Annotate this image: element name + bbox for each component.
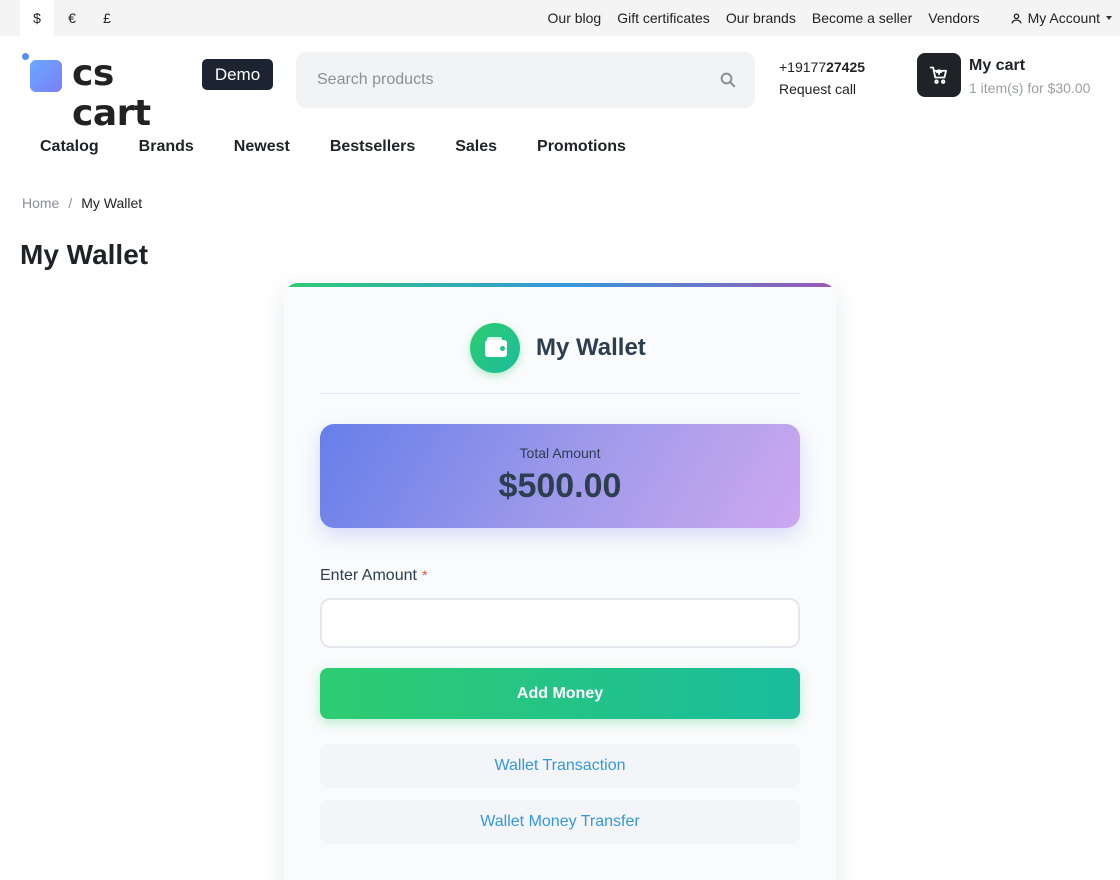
cart-summary[interactable]: My cart 1 item(s) for $30.00 <box>969 56 1090 98</box>
currency-eur[interactable]: € <box>55 0 89 36</box>
my-account-label: My Account <box>1027 10 1100 26</box>
wallet-icon <box>470 323 520 373</box>
search-icon[interactable] <box>719 71 737 89</box>
top-bar: $ € £ Our blog Gift certificates Our bra… <box>0 0 1120 36</box>
wallet-title: My Wallet <box>536 334 646 361</box>
logo-mark <box>30 60 62 92</box>
demo-badge: Demo <box>202 59 273 90</box>
amount-input[interactable] <box>320 598 800 648</box>
nav-brands[interactable]: Brands <box>139 136 194 158</box>
cart-icon <box>929 66 947 84</box>
breadcrumb-current: My Wallet <box>81 195 143 211</box>
breadcrumb-separator: / <box>68 195 73 211</box>
link-gift-certificates[interactable]: Gift certificates <box>617 10 710 26</box>
logo-text: cs cart <box>72 53 151 134</box>
wallet-icon-clasp <box>500 346 505 351</box>
site-logo[interactable]: cs cart <box>20 52 195 134</box>
search-input[interactable]: Search products <box>296 52 755 108</box>
logo-dot <box>22 53 29 60</box>
my-account-menu[interactable]: My Account <box>1010 10 1112 26</box>
link-our-brands[interactable]: Our brands <box>726 10 796 26</box>
cart-title: My cart <box>969 57 1026 74</box>
link-vendors[interactable]: Vendors <box>928 10 979 26</box>
required-mark: * <box>421 567 428 583</box>
page-title: My Wallet <box>20 239 149 270</box>
link-become-seller[interactable]: Become a seller <box>812 10 912 26</box>
search-placeholder: Search products <box>317 71 434 88</box>
request-call-link[interactable]: Request call <box>779 80 865 98</box>
nav-catalog[interactable]: Catalog <box>40 136 99 158</box>
nav-sales[interactable]: Sales <box>455 136 497 158</box>
add-money-button[interactable]: Add Money <box>320 668 800 719</box>
link-our-blog[interactable]: Our blog <box>548 10 602 26</box>
nav-newest[interactable]: Newest <box>234 136 290 158</box>
total-amount-label: Total Amount <box>519 445 601 461</box>
total-amount-value: $500.00 <box>498 467 622 505</box>
breadcrumb-home[interactable]: Home <box>22 194 59 212</box>
nav-bestsellers[interactable]: Bestsellers <box>330 136 415 158</box>
wallet-money-transfer-link[interactable]: Wallet Money Transfer <box>320 800 800 844</box>
balance-panel: Total Amount $500.00 <box>320 424 800 528</box>
phone-prefix: +19177 <box>779 59 827 75</box>
enter-amount-label: Enter Amount * <box>320 565 427 586</box>
wallet-header: My Wallet <box>470 323 646 373</box>
phone-block: +1917727425 Request call <box>779 58 865 98</box>
currency-usd[interactable]: $ <box>20 0 54 36</box>
phone-suffix: 27425 <box>826 59 866 75</box>
wallet-transaction-link[interactable]: Wallet Transaction <box>320 744 800 788</box>
top-links: Our blog Gift certificates Our brands Be… <box>548 0 1120 36</box>
currency-gbp[interactable]: £ <box>90 0 124 36</box>
card-top-stripe <box>284 283 836 287</box>
main-nav: Catalog Brands Newest Bestsellers Sales … <box>40 136 666 158</box>
chevron-down-icon <box>1106 16 1112 20</box>
user-icon <box>1011 13 1022 23</box>
wallet-divider <box>320 393 800 394</box>
wallet-card: My Wallet Total Amount $500.00 Enter Amo… <box>284 283 836 880</box>
breadcrumb: Home / My Wallet <box>22 194 142 212</box>
phone-number: +1917727425 <box>779 58 865 76</box>
cart-count: 1 item(s) for $30.00 <box>969 80 1091 96</box>
nav-promotions[interactable]: Promotions <box>537 136 626 158</box>
cart-button[interactable] <box>917 53 961 97</box>
enter-amount-text: Enter Amount <box>320 567 417 584</box>
